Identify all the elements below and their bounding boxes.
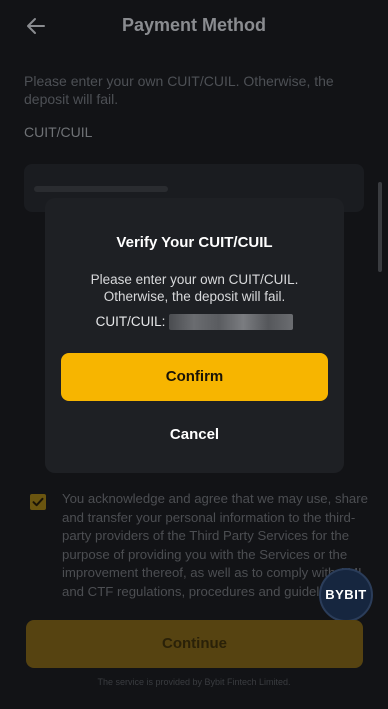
redacted-input-value	[34, 186, 168, 192]
scrollbar[interactable]	[378, 182, 382, 272]
cancel-button[interactable]: Cancel	[61, 418, 328, 452]
footer-provider-note: The service is provided by Bybit Fintech…	[97, 677, 291, 687]
checkmark-icon	[32, 497, 44, 507]
payment-method-screen: Payment Method Please enter your own CUI…	[0, 0, 388, 709]
dialog-message: Please enter your own CUIT/CUIL. Otherwi…	[90, 272, 299, 304]
cuit-cuil-label: CUIT/CUIL	[24, 124, 93, 140]
verify-cuit-dialog: Verify Your CUIT/CUIL Please enter your …	[45, 198, 344, 473]
header: Payment Method	[0, 0, 388, 56]
dialog-id-label: CUIT/CUIL:	[95, 314, 166, 329]
consent-checkbox[interactable]	[30, 494, 46, 510]
deposit-warning-text: Please enter your own CUIT/CUIL. Otherwi…	[24, 73, 334, 107]
dialog-id-row: CUIT/CUIL:	[45, 314, 344, 331]
continue-button[interactable]: Continue	[26, 620, 363, 668]
confirm-button[interactable]: Confirm	[61, 353, 328, 401]
redacted-id-value	[169, 314, 294, 331]
page-title: Payment Method	[121, 15, 267, 35]
dialog-title: Verify Your CUIT/CUIL	[116, 234, 273, 251]
bybit-badge[interactable]: BYBIT	[319, 568, 373, 622]
